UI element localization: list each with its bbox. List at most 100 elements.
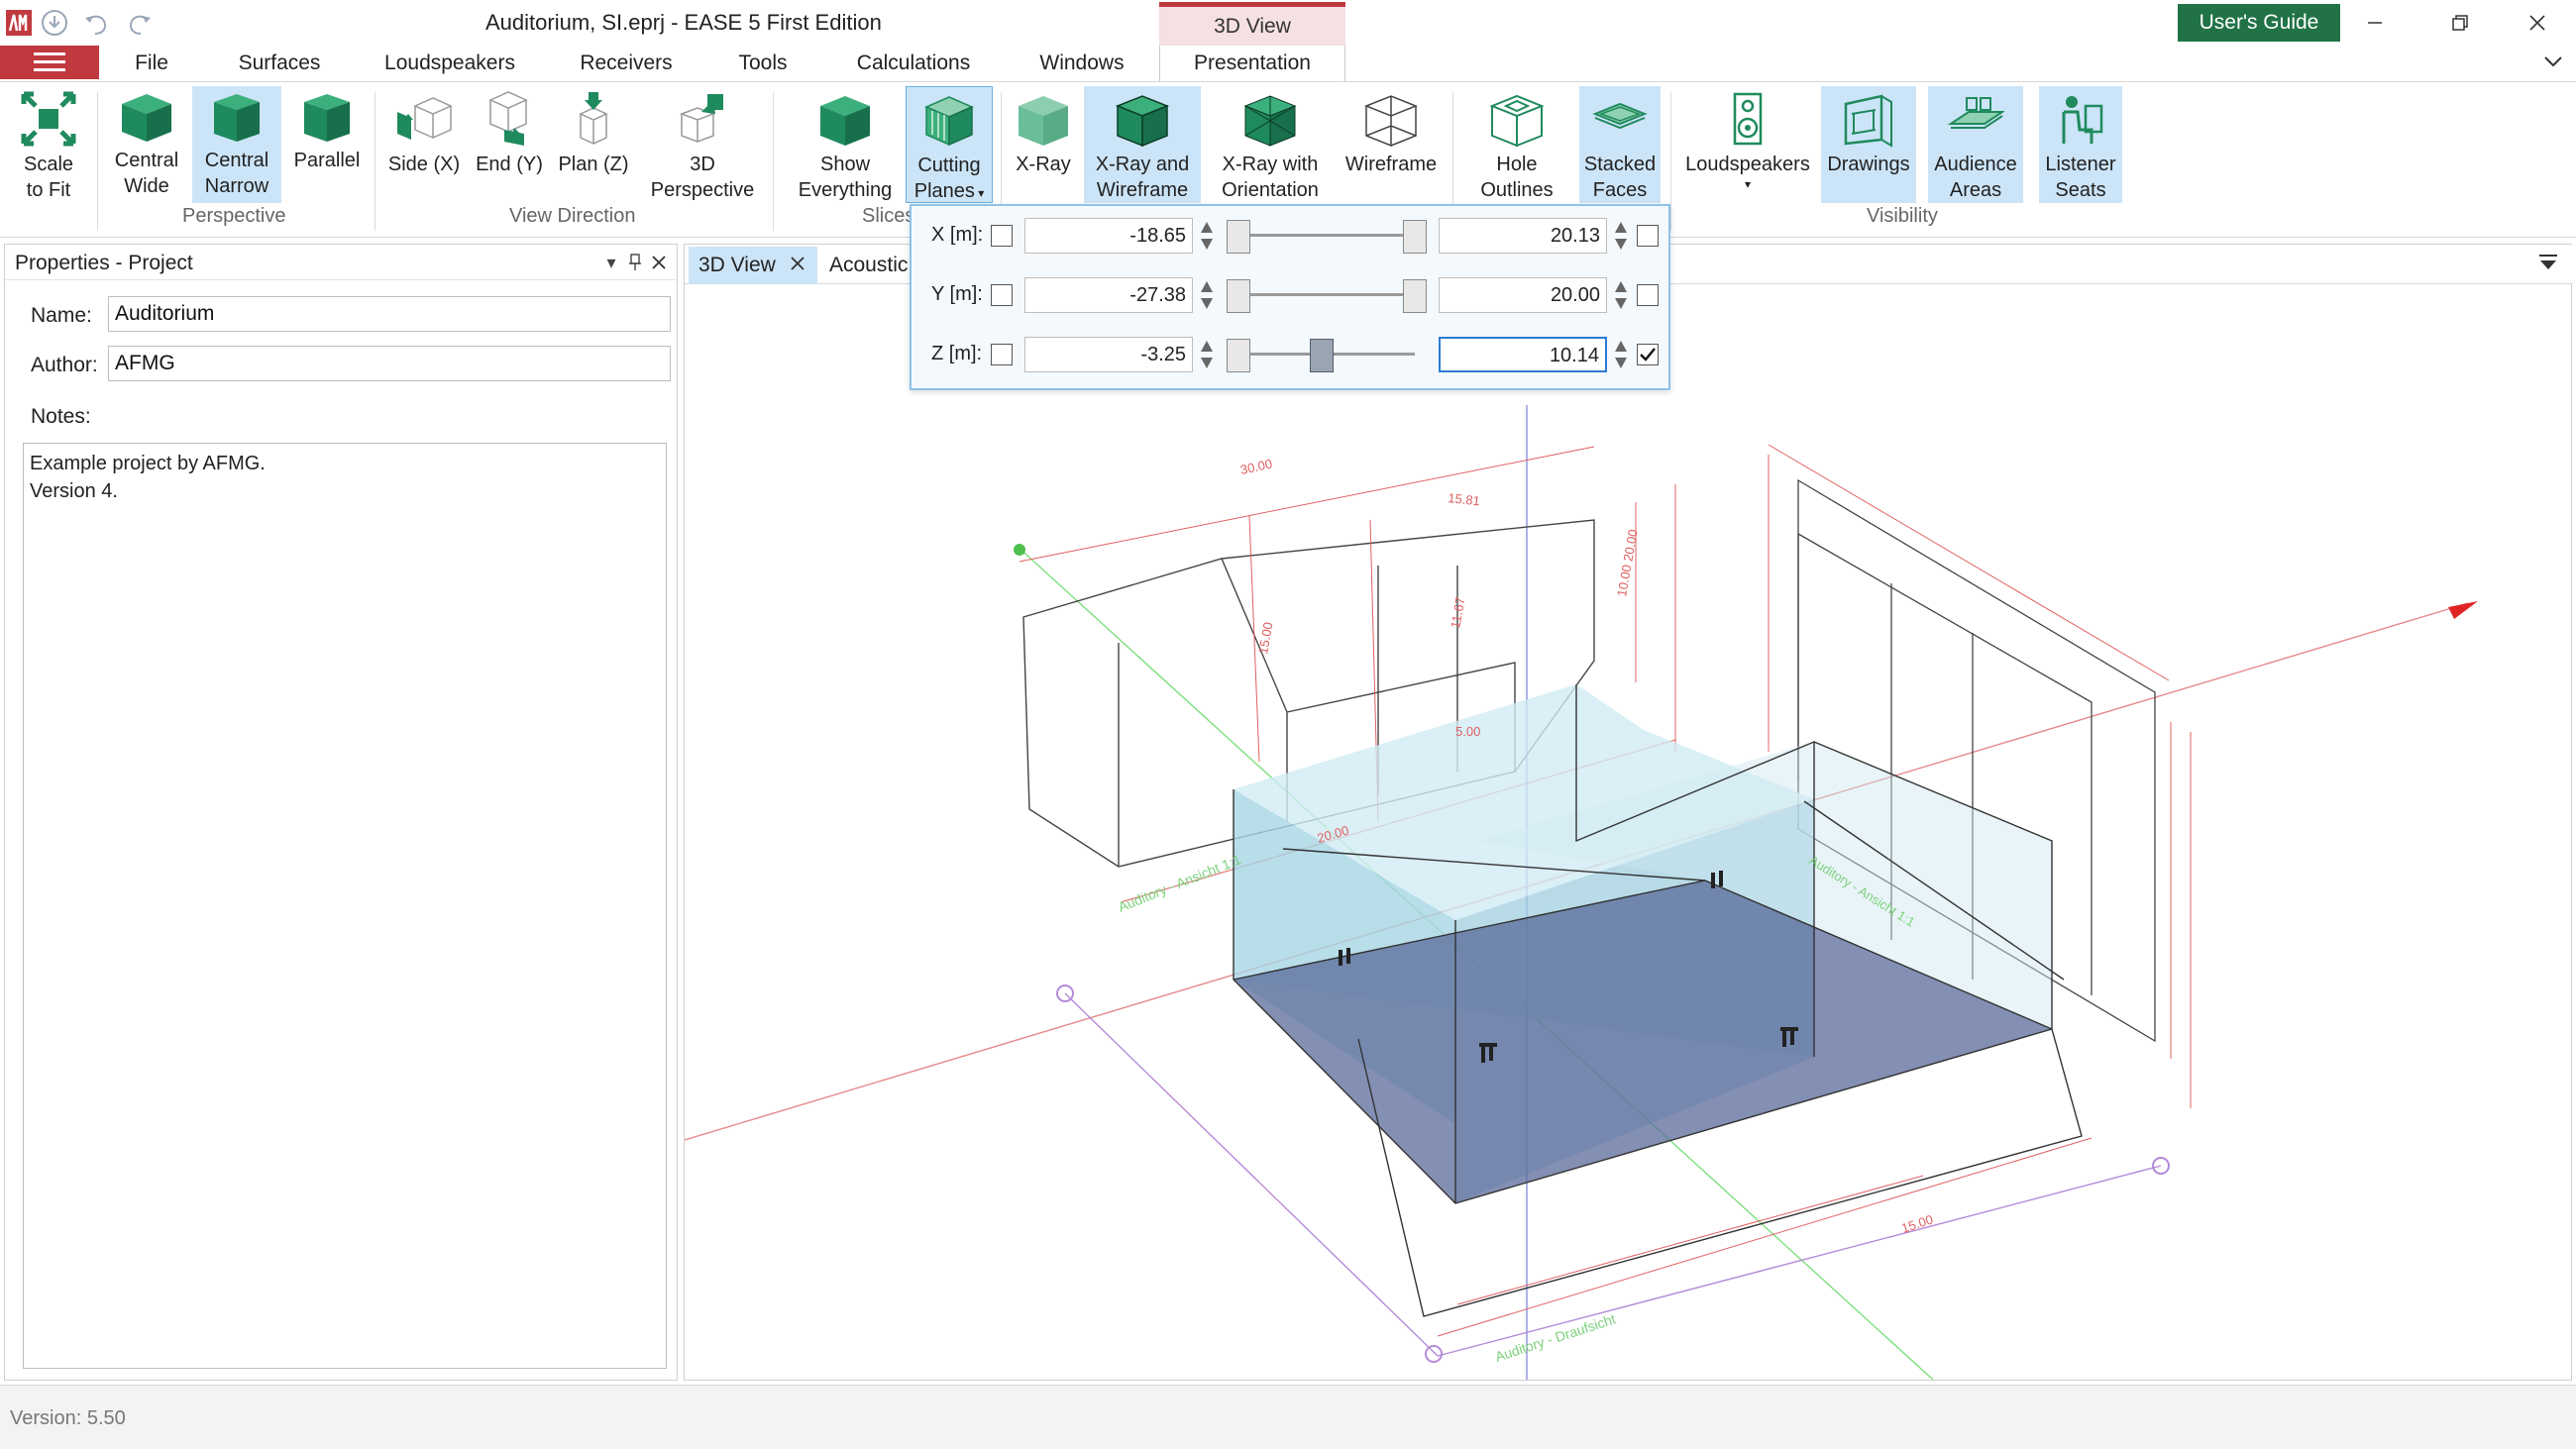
loudspeakers-visibility-label: Loudspeakers [1685, 154, 1810, 175]
project-author-field[interactable] [108, 346, 671, 381]
y-min-slider-thumb[interactable] [1227, 279, 1250, 313]
save-icon[interactable] [38, 6, 71, 40]
hole-outlines-button[interactable]: Hole Outlines [1476, 86, 1557, 203]
panel-dropdown-icon[interactable]: ▾ [599, 251, 623, 274]
x-min-input[interactable]: -18.65 [1024, 218, 1193, 254]
y-max-checkbox[interactable] [1637, 284, 1659, 306]
z-max-input[interactable]: 10.14 [1439, 337, 1607, 372]
hole-outlines-icon [1489, 94, 1545, 148]
x-min-checkbox[interactable] [991, 225, 1013, 247]
z-max-checkbox[interactable] [1637, 344, 1659, 365]
audience-areas-button[interactable]: Audience Areas [1928, 86, 2023, 203]
scale-to-fit-button[interactable]: Scale to Fit [8, 86, 89, 203]
xray-wireframe-button[interactable]: X-Ray and Wireframe [1084, 86, 1201, 203]
xray-orientation-button[interactable]: X-Ray with Orientation [1207, 86, 1334, 203]
app-logo-icon[interactable] [2, 6, 36, 40]
tab-loudspeakers[interactable]: Loudspeakers [375, 46, 525, 81]
loudspeakers-visibility-button[interactable]: Loudspeakers ▾ [1680, 86, 1815, 203]
side-x-button[interactable]: Side (X) [384, 86, 464, 203]
z-min-input[interactable]: -3.25 [1024, 337, 1193, 372]
x-min-spinner-icon[interactable] [1199, 220, 1215, 252]
x-range-slider-track[interactable] [1238, 234, 1415, 237]
redo-icon[interactable] [123, 6, 157, 40]
x-min-slider-thumb[interactable] [1227, 220, 1250, 254]
x-max-slider-thumb[interactable] [1403, 220, 1427, 254]
tab-surfaces[interactable]: Surfaces [223, 46, 336, 81]
tab-presentation[interactable]: Presentation [1159, 46, 1345, 81]
xray-button[interactable]: X-Ray [1009, 86, 1078, 203]
dimension-label: 15.81 [1448, 490, 1481, 508]
z-max-spinner-icon[interactable] [1613, 339, 1629, 370]
drawings-icon [1844, 94, 1892, 148]
users-guide-button[interactable]: User's Guide [2178, 4, 2340, 42]
notes-label: Notes: [31, 405, 91, 428]
y-max-spinner-icon[interactable] [1613, 279, 1629, 311]
drawings-button[interactable]: Drawings [1821, 86, 1916, 203]
cutting-plane-row-x: X [m]: -18.65 20.13 [912, 216, 1672, 256]
central-wide-button[interactable]: Central Wide [105, 86, 188, 203]
listener-seats-button[interactable]: Listener Seats [2039, 86, 2122, 203]
wireframe-button[interactable]: Wireframe [1340, 86, 1443, 203]
3d-perspective-button[interactable]: 3D Perspective [650, 86, 755, 203]
tab-windows[interactable]: Windows [1030, 46, 1133, 81]
tab-receivers[interactable]: Receivers [569, 46, 684, 81]
ribbon-separator [97, 92, 98, 231]
y-max-slider-thumb[interactable] [1403, 279, 1427, 313]
z-min-spinner-icon[interactable] [1199, 339, 1215, 370]
x-max-input[interactable]: 20.13 [1439, 218, 1607, 254]
status-bar: Version: 5.50 [0, 1385, 2576, 1449]
project-notes-textarea[interactable]: Example project by AFMG. Version 4. [23, 443, 667, 1369]
pin-icon[interactable] [623, 251, 647, 274]
tab-calculations[interactable]: Calculations [849, 46, 978, 81]
cutting-planes-button[interactable]: Cutting Planes ▾ [906, 86, 993, 203]
stacked-faces-button[interactable]: Stacked Faces [1579, 86, 1661, 203]
tab-tools[interactable]: Tools [728, 46, 798, 81]
show-everything-button[interactable]: Show Everything [789, 86, 902, 203]
xray-orientation-icon [1243, 95, 1297, 147]
minimize-icon[interactable] [2340, 4, 2410, 42]
close-panel-icon[interactable] [647, 251, 671, 274]
dimension-label: 30.00 [1239, 456, 1274, 476]
stacked-faces-icon [1592, 102, 1648, 130]
y-min-spinner-icon[interactable] [1199, 279, 1215, 311]
author-label: Author: [31, 354, 98, 376]
cube-icon [304, 94, 350, 142]
z-max-slider-thumb[interactable] [1310, 339, 1334, 372]
x-max-spinner-icon[interactable] [1613, 220, 1629, 252]
3d-model-canvas[interactable]: Auditory - Ansicht 1:1 Auditory - Draufs… [685, 286, 2571, 1380]
project-name-field[interactable] [108, 296, 671, 332]
z-min-checkbox[interactable] [991, 344, 1013, 365]
central-narrow-label-2: Narrow [204, 175, 269, 197]
xray-label: X-Ray [1016, 154, 1071, 175]
group-label-perspective: Perspective [182, 205, 286, 227]
z-min-slider-thumb[interactable] [1227, 339, 1250, 372]
hole-outlines-label-1: Hole [1496, 154, 1538, 175]
restore-icon[interactable] [2425, 4, 2495, 42]
cutting-planes-label-1: Cutting [917, 155, 981, 176]
central-narrow-button[interactable]: Central Narrow [192, 86, 281, 203]
tabs-dropdown-icon[interactable] [2537, 253, 2559, 277]
parallel-button[interactable]: Parallel [285, 86, 369, 203]
end-y-button[interactable]: End (Y) [470, 86, 549, 203]
tab-file[interactable]: File [117, 46, 186, 81]
3d-viewport[interactable]: Auditory - Ansicht 1:1 Auditory - Draufs… [685, 286, 2571, 1380]
plan-z-button[interactable]: Plan (Z) [553, 86, 634, 203]
3d-perspective-label-2: Perspective [650, 179, 755, 201]
dimension-label: 15.00 [1255, 621, 1275, 656]
y-min-checkbox[interactable] [991, 284, 1013, 306]
loudspeaker-icon [1733, 92, 1763, 146]
hamburger-menu-icon[interactable] [0, 46, 99, 79]
context-tab-header-3d-view: 3D View [1159, 2, 1345, 46]
scale-to-fit-icon [21, 91, 76, 147]
undo-icon[interactable] [79, 6, 113, 40]
x-max-checkbox[interactable] [1637, 225, 1659, 247]
close-icon[interactable] [2503, 4, 2572, 42]
y-min-input[interactable]: -27.38 [1024, 277, 1193, 313]
y-max-input[interactable]: 20.00 [1439, 277, 1607, 313]
xray-orientation-label-2: Orientation [1222, 179, 1319, 201]
chevron-down-icon[interactable] [2541, 50, 2571, 77]
close-tab-icon[interactable] [790, 254, 805, 277]
listener-seats-label-2: Seats [2055, 179, 2106, 201]
tab-3d-view[interactable]: 3D View [689, 247, 817, 284]
y-range-slider-track[interactable] [1238, 293, 1415, 296]
